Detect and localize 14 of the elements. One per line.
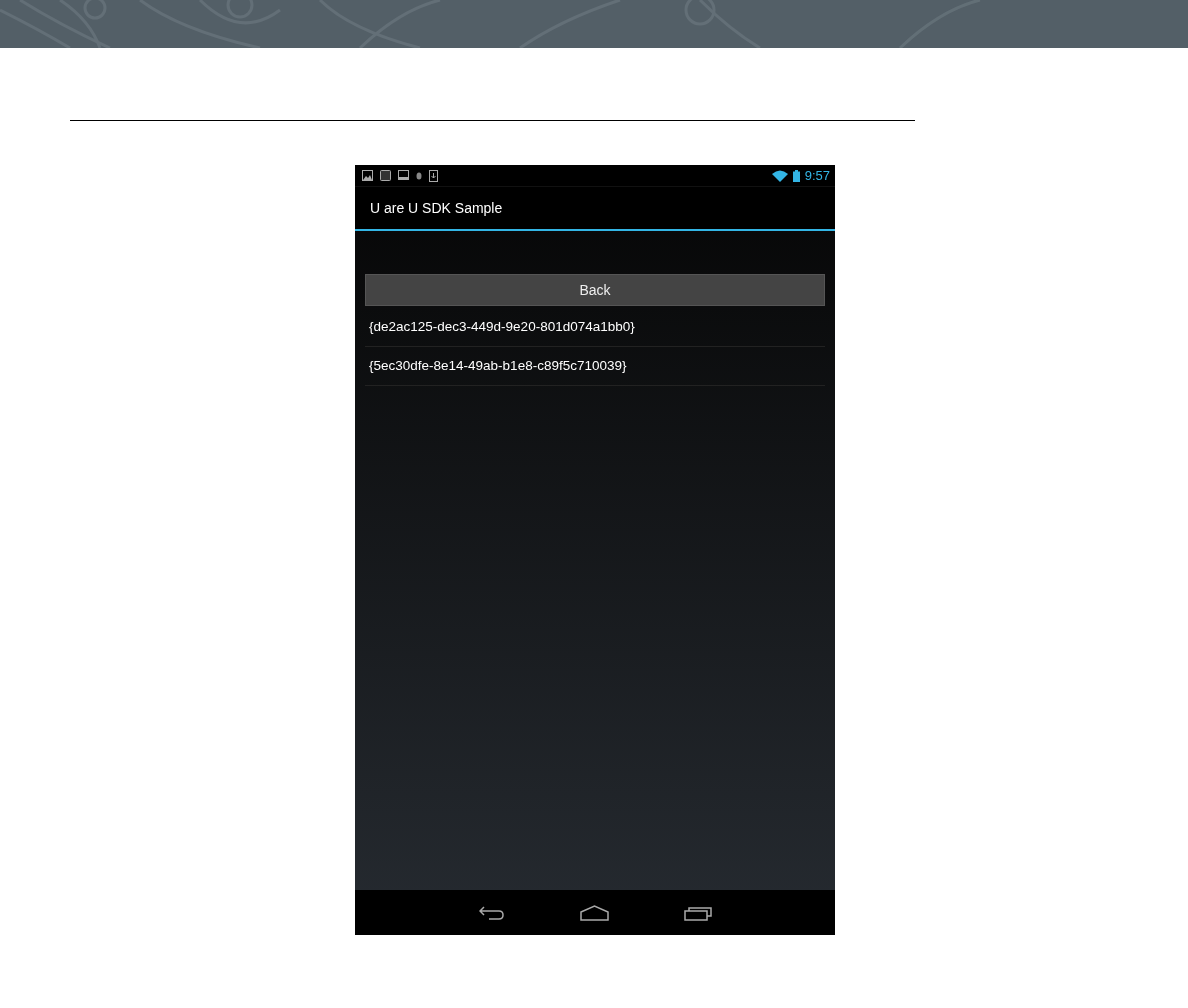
list-item[interactable]: {de2ac125-dec3-449d-9e20-801d074a1bb0}: [365, 308, 825, 347]
home-icon[interactable]: [579, 904, 609, 921]
app-title: U are U SDK Sample: [370, 200, 503, 216]
status-time: 9:57: [804, 168, 830, 183]
picture-icon: [362, 170, 373, 181]
screen-icon: [398, 170, 409, 181]
back-icon[interactable]: [478, 904, 505, 921]
wifi-icon: [771, 169, 788, 182]
download-icon: [429, 169, 438, 182]
battery-icon: [792, 169, 800, 182]
window-icon: [380, 170, 391, 181]
back-button[interactable]: Back: [365, 274, 825, 306]
list-item[interactable]: {5ec30dfe-8e14-49ab-b1e8-c89f5c710039}: [365, 347, 825, 386]
recent-apps-icon[interactable]: [683, 904, 712, 921]
